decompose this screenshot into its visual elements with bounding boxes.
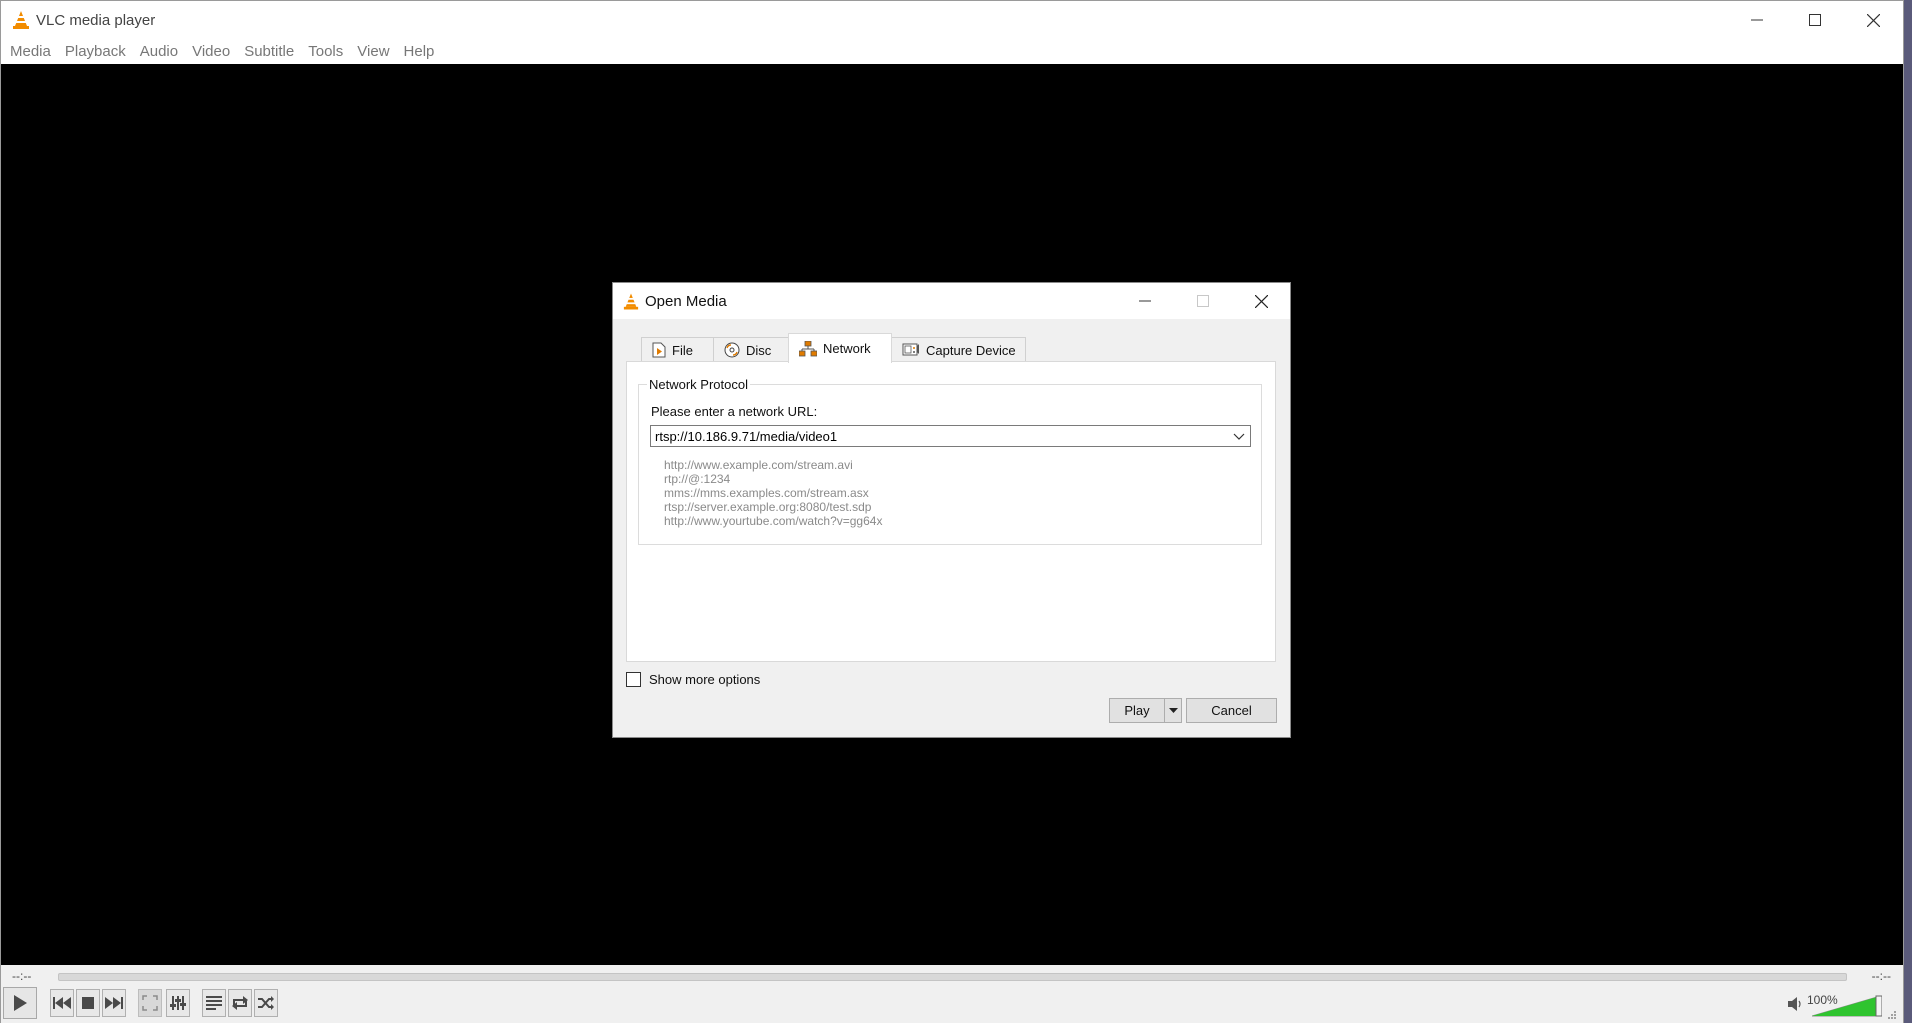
maximize-button[interactable] [1786, 1, 1844, 39]
network-url-input[interactable] [651, 428, 1221, 444]
menu-help[interactable]: Help [399, 43, 440, 60]
dialog-maximize-button [1174, 283, 1232, 319]
menu-media[interactable]: Media [5, 43, 56, 60]
menu-playback[interactable]: Playback [60, 43, 131, 60]
tab-disc[interactable]: Disc [713, 337, 789, 362]
tab-network-label: Network [823, 341, 871, 356]
menu-bar: Media Playback Audio Video Subtitle Tool… [1, 39, 443, 64]
next-button[interactable] [102, 989, 126, 1017]
show-more-options-label: Show more options [649, 672, 761, 687]
play-dropdown-button[interactable] [1164, 698, 1182, 723]
dialog-minimize-button[interactable] [1116, 283, 1174, 319]
equalizer-icon [170, 996, 186, 1010]
previous-button[interactable] [50, 989, 74, 1017]
resize-grip-icon[interactable] [1887, 1010, 1897, 1020]
shuffle-button[interactable] [254, 989, 278, 1017]
playlist-button[interactable] [202, 989, 226, 1017]
url-example: rtsp://server.example.org:8080/test.sdp [664, 500, 872, 514]
disc-icon [724, 342, 740, 358]
menu-video[interactable]: Video [187, 43, 235, 60]
menu-audio[interactable]: Audio [135, 43, 183, 60]
vlc-cone-icon [623, 293, 639, 309]
minimize-icon [1751, 19, 1763, 21]
url-examples: http://www.example.com/stream.avi rtp://… [664, 458, 882, 528]
group-title: Network Protocol [647, 377, 750, 392]
maximize-icon [1197, 295, 1209, 307]
seek-slider[interactable] [58, 973, 1847, 981]
speaker-icon[interactable] [1788, 997, 1804, 1011]
show-more-options[interactable]: Show more options [626, 672, 760, 687]
tab-file-label: File [672, 342, 693, 358]
close-icon [1866, 13, 1880, 27]
play-icon [14, 995, 27, 1011]
dropdown-arrow-icon [1168, 707, 1178, 713]
window-title: VLC media player [36, 11, 156, 29]
tab-file[interactable]: File [641, 337, 714, 362]
network-tab-panel: Network Protocol Please enter a network … [626, 361, 1276, 662]
chevron-down-icon[interactable] [1232, 429, 1246, 443]
loop-button[interactable] [228, 989, 252, 1017]
play-button[interactable]: Play [1109, 698, 1165, 723]
tab-network[interactable]: Network [788, 333, 892, 363]
network-icon [799, 340, 817, 356]
capture-device-icon [902, 343, 919, 356]
vlc-cone-icon [13, 11, 29, 29]
network-url-combobox[interactable] [650, 425, 1251, 447]
menu-view[interactable]: View [352, 43, 394, 60]
title-bar: VLC media player [1, 1, 1903, 39]
stop-icon [82, 997, 94, 1009]
open-media-dialog: Open Media File Disc Network Capture Dev… [612, 282, 1291, 738]
previous-icon [53, 997, 71, 1009]
dialog-title: Open Media [645, 292, 727, 310]
tab-capture-device[interactable]: Capture Device [891, 337, 1026, 362]
seek-row: --:-- --:-- [1, 965, 1903, 987]
elapsed-time: --:-- [12, 969, 32, 983]
next-icon [105, 997, 123, 1009]
network-protocol-group: Network Protocol Please enter a network … [638, 377, 1262, 545]
url-example: http://www.example.com/stream.avi [664, 458, 853, 472]
menu-subtitle[interactable]: Subtitle [239, 43, 299, 60]
minimize-button[interactable] [1728, 1, 1786, 39]
close-icon [1254, 294, 1268, 308]
control-bar: 100% [1, 987, 1903, 1023]
remaining-time[interactable]: --:-- [1872, 969, 1891, 983]
loop-icon [232, 996, 248, 1010]
fullscreen-icon [142, 995, 158, 1011]
play-button[interactable] [3, 987, 37, 1019]
playlist-icon [206, 996, 222, 1010]
maximize-icon [1809, 14, 1821, 26]
shuffle-icon [258, 996, 274, 1010]
fullscreen-button[interactable] [138, 989, 162, 1017]
minimize-icon [1139, 300, 1151, 302]
url-example: rtp://@:1234 [664, 472, 731, 486]
stop-button[interactable] [76, 989, 100, 1017]
menu-tools[interactable]: Tools [303, 43, 348, 60]
close-button[interactable] [1844, 1, 1902, 39]
extended-settings-button[interactable] [166, 989, 190, 1017]
file-icon [652, 342, 666, 358]
tab-disc-label: Disc [746, 342, 772, 358]
url-example: mms://mms.examples.com/stream.asx [664, 486, 869, 500]
show-more-options-checkbox[interactable] [626, 672, 641, 687]
url-label: Please enter a network URL: [651, 404, 818, 419]
url-example: http://www.yourtube.com/watch?v=gg64x [664, 514, 883, 528]
tab-capture-device-label: Capture Device [926, 342, 1016, 358]
cancel-button[interactable]: Cancel [1186, 698, 1277, 723]
volume-slider[interactable] [1812, 995, 1882, 1017]
dialog-close-button[interactable] [1232, 283, 1290, 319]
